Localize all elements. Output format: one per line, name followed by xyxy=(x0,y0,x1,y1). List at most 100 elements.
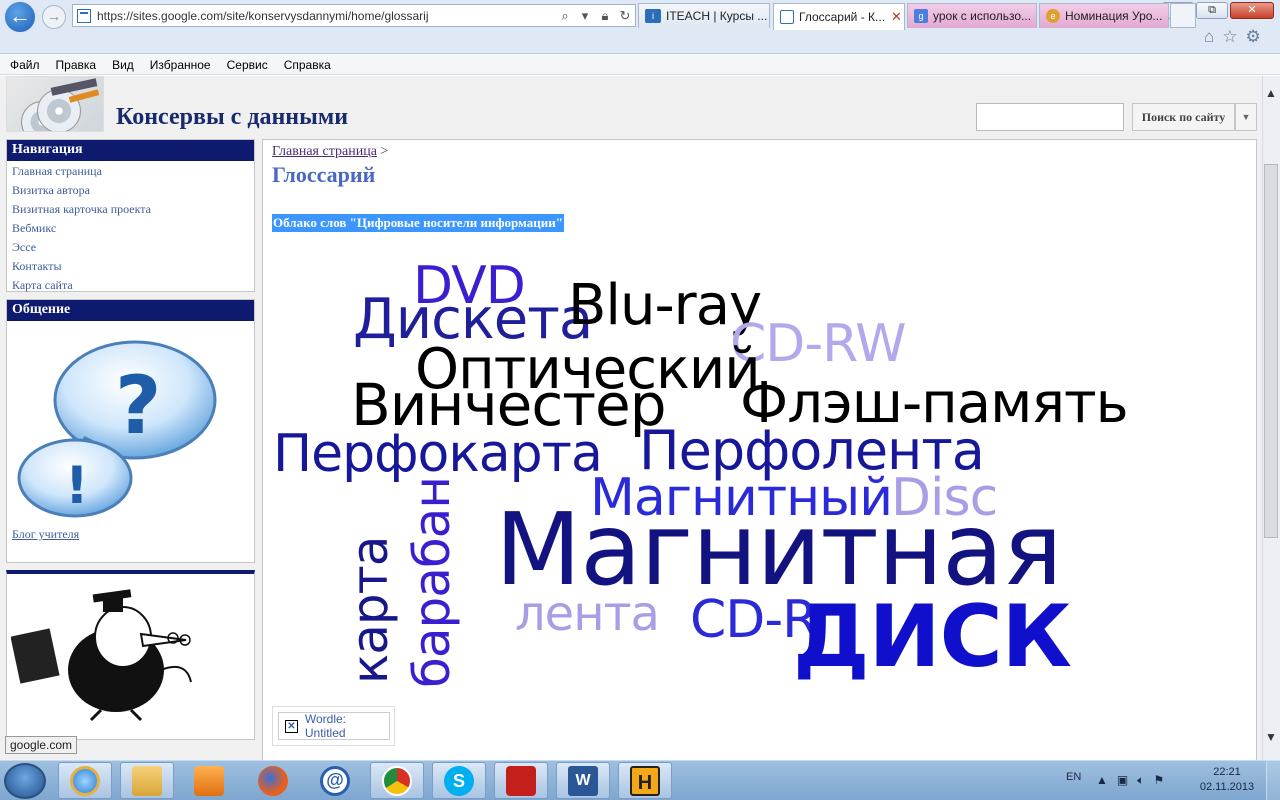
tab-iteach[interactable]: i ITEACH | Курсы ... xyxy=(638,3,770,28)
exclamation-icon: ! xyxy=(65,456,89,516)
site-search-button[interactable]: Поиск по сайту xyxy=(1132,103,1235,131)
clock-date: 02.11.2013 xyxy=(1199,781,1255,793)
start-button[interactable] xyxy=(4,763,46,799)
restore-button[interactable]: ⧉ xyxy=(1196,2,1228,19)
nav-contacts[interactable]: Контакты xyxy=(7,257,254,276)
cloud-word: барабан xyxy=(403,476,461,688)
url-text[interactable]: https://sites.google.com/site/konservysd… xyxy=(97,9,555,23)
menu-bar: Файл Правка Вид Избранное Сервис Справка xyxy=(0,55,1280,75)
navigation-panel: Навигация Главная страница Визитка автор… xyxy=(6,139,255,292)
status-tooltip: google.com xyxy=(5,736,78,754)
menu-tools[interactable]: Сервис xyxy=(227,58,268,72)
show-desktop-button[interactable] xyxy=(1266,760,1280,800)
taskbar-word[interactable]: W xyxy=(556,762,610,799)
site-title[interactable]: Консервы с данными xyxy=(116,104,348,131)
volume-icon[interactable]: 🔈︎ xyxy=(1137,773,1144,788)
forward-button[interactable]: → xyxy=(42,5,66,29)
address-bar[interactable]: https://sites.google.com/site/konservysd… xyxy=(72,4,636,27)
menu-view[interactable]: Вид xyxy=(112,58,134,72)
gear-icon[interactable]: ⚙ xyxy=(1246,27,1261,47)
taskbar-skype[interactable]: S xyxy=(432,762,486,799)
nav-home[interactable]: Главная страница xyxy=(7,162,254,181)
dropdown-icon[interactable]: ▾ xyxy=(578,8,592,24)
menu-favorites[interactable]: Избранное xyxy=(150,58,211,72)
wordle-link[interactable]: Wordle: Untitled xyxy=(305,712,389,740)
search-icon[interactable]: ⌕ xyxy=(558,8,572,24)
cloud-word: Перфокарта xyxy=(273,424,603,484)
taskbar-firefox[interactable] xyxy=(246,762,300,799)
favorites-star-icon[interactable]: ☆ xyxy=(1222,27,1237,47)
taskbar-explorer[interactable] xyxy=(120,762,174,799)
new-tab-button[interactable] xyxy=(1170,3,1196,28)
show-hidden-icons-arrow[interactable]: ▲ xyxy=(1096,773,1108,788)
google-icon: g xyxy=(914,9,928,23)
communication-header: Общение xyxy=(7,300,254,321)
scroll-thumb[interactable] xyxy=(1264,164,1278,538)
sites-icon xyxy=(780,10,794,24)
nav-project-card[interactable]: Визитная карточка проекта xyxy=(7,200,254,219)
lock-icon[interactable]: 🔒︎ xyxy=(598,8,612,24)
taskbar-app-h[interactable]: H xyxy=(618,762,672,799)
breadcrumb-home-link[interactable]: Главная страница xyxy=(272,144,377,159)
chrome-icon xyxy=(382,765,412,796)
nav-sitemap[interactable]: Карта сайта xyxy=(7,276,254,295)
taskbar-mail[interactable]: @ xyxy=(308,762,362,799)
page-title: Глоссарий xyxy=(272,162,376,187)
internet-explorer-icon xyxy=(70,765,100,796)
intel-icon: i xyxy=(645,9,661,23)
h-app-icon: H xyxy=(630,765,660,796)
menu-help[interactable]: Справка xyxy=(284,58,331,72)
scroll-up-arrow[interactable]: ▲ xyxy=(1262,86,1280,100)
browser-nav-row xyxy=(0,24,1280,54)
page-icon xyxy=(77,8,91,23)
network-icon[interactable]: ▣ xyxy=(1117,773,1128,788)
site-search-input[interactable] xyxy=(976,103,1124,131)
word-cloud[interactable]: DVD Дискета Blu-ray CD-RW Оптический Вин… xyxy=(263,240,1253,700)
taskbar-acrobat[interactable] xyxy=(494,762,548,799)
nav-essay[interactable]: Эссе xyxy=(7,238,254,257)
teacher-blog-link[interactable]: Блог учителя xyxy=(12,527,79,542)
home-icon[interactable]: ⌂ xyxy=(1204,27,1214,47)
cloud-word: Магнитная xyxy=(495,491,1063,608)
site-logo[interactable] xyxy=(6,76,104,132)
word-cloud-heading: Облако слов "Цифровые носители информаци… xyxy=(272,214,564,232)
close-button[interactable]: ✕ xyxy=(1230,2,1274,19)
broken-image-icon: ✕ xyxy=(285,719,298,733)
scroll-down-arrow[interactable]: ▼ xyxy=(1262,730,1280,744)
clock[interactable]: 22:21 02.11.2013 xyxy=(1197,765,1257,795)
tab-close-icon[interactable]: ✕ xyxy=(891,9,902,25)
taskbar-media-player[interactable] xyxy=(182,762,236,799)
action-center-flag-icon[interactable]: ⚑ xyxy=(1153,773,1164,788)
tab-lesson[interactable]: g урок с использо... xyxy=(907,3,1037,28)
nav-webmix[interactable]: Вебмикс xyxy=(7,219,254,238)
main-content: Главная страница > Глоссарий Облако слов… xyxy=(262,139,1257,760)
web-page: Консервы с данными Поиск по сайту ▼ Нави… xyxy=(0,76,1262,760)
image-panel xyxy=(6,570,255,740)
word-icon: W xyxy=(568,765,598,796)
ie-page-icon: e xyxy=(1046,9,1060,23)
navigation-header: Навигация xyxy=(7,140,254,161)
cloud-word: карта xyxy=(341,536,399,684)
firefox-icon xyxy=(258,765,288,796)
menu-file[interactable]: Файл xyxy=(10,58,40,72)
question-mark-icon: ? xyxy=(115,359,161,452)
browser-right-icons: ⌂ ☆ ⚙ xyxy=(1204,27,1261,47)
scholar-bird-image xyxy=(11,589,192,722)
wordle-embed[interactable]: ✕ Wordle: Untitled xyxy=(272,706,395,746)
menu-edit[interactable]: Правка xyxy=(56,58,97,72)
nav-author-card[interactable]: Визитка автора xyxy=(7,181,254,200)
taskbar-chrome[interactable] xyxy=(370,762,424,799)
cloud-word: лента xyxy=(515,586,660,642)
media-player-icon xyxy=(194,765,224,796)
back-button[interactable]: ← xyxy=(3,0,37,34)
cloud-word: ДИСК xyxy=(793,587,1072,687)
tab-glossary[interactable]: Глоссарий - К... ✕ xyxy=(773,3,905,30)
tray-icons: ▲ ▣ 🔈︎ ⚑ xyxy=(1096,773,1164,788)
search-options-dropdown[interactable]: ▼ xyxy=(1235,103,1257,131)
tab-nomination[interactable]: e Номинация Уро... xyxy=(1039,3,1169,28)
taskbar-ie[interactable] xyxy=(58,762,112,799)
refresh-icon[interactable]: ↻ xyxy=(618,8,632,24)
skype-icon: S xyxy=(444,765,474,796)
language-indicator[interactable]: EN xyxy=(1066,771,1081,783)
breadcrumb: Главная страница > xyxy=(272,144,388,160)
